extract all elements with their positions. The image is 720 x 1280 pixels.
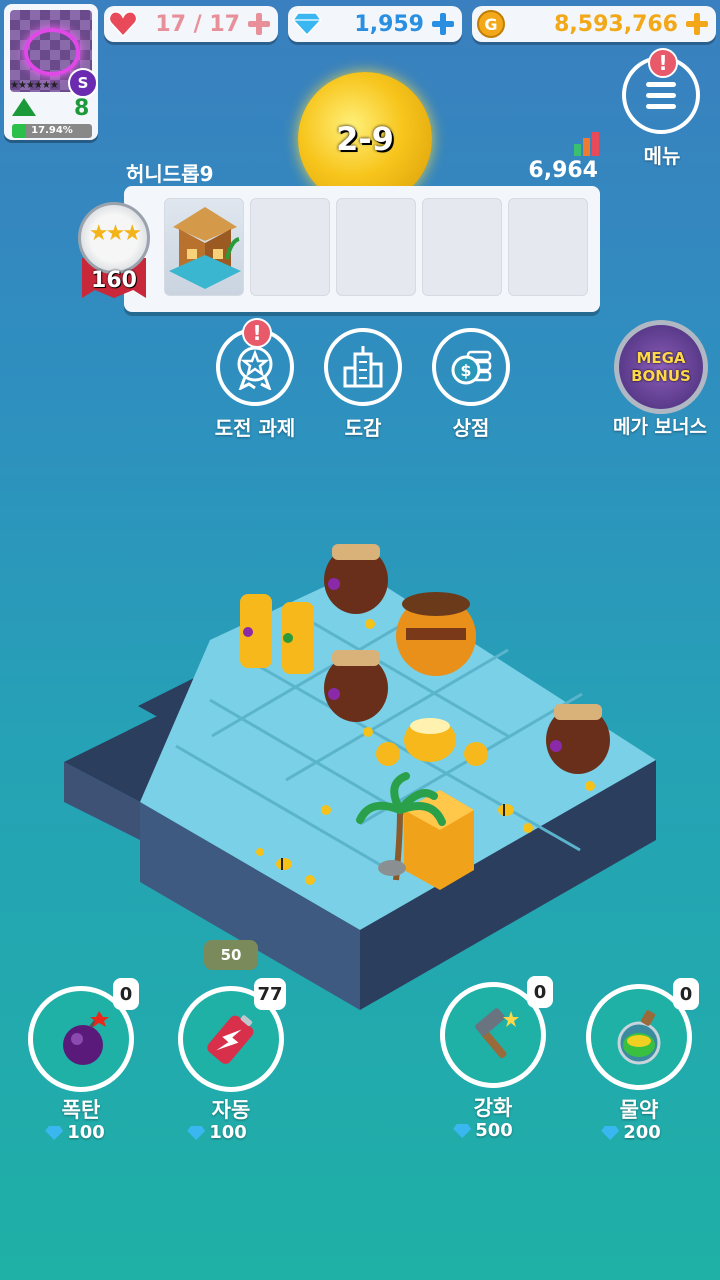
building-slot-5[interactable] xyxy=(508,198,588,296)
menu-alert-badge: ! xyxy=(648,48,678,78)
honey-pot xyxy=(546,704,610,774)
building-slot-1[interactable] xyxy=(164,198,244,296)
buildings-icon xyxy=(343,346,383,388)
mega-bonus-badge-line2: BONUS xyxy=(631,367,691,385)
medal-stars: ★★★ xyxy=(88,221,142,246)
auto-cost: 100 xyxy=(157,1122,277,1143)
upgrade-count: 0 xyxy=(527,976,553,1008)
potion-count: 0 xyxy=(673,978,699,1010)
gem-icon xyxy=(453,1124,472,1138)
battery-icon xyxy=(207,1015,254,1064)
player-card[interactable]: ★★★★★★ S 8 17.94% xyxy=(4,4,98,140)
player-level: 8 xyxy=(74,96,90,121)
mega-bonus-badge-line1: MEGA xyxy=(636,349,686,367)
game-board[interactable] xyxy=(60,540,660,1020)
gem-icon xyxy=(601,1126,620,1140)
bee xyxy=(498,804,514,816)
avatar-art xyxy=(24,28,80,76)
beach-hut-icon xyxy=(169,207,241,289)
auto-cost-value: 100 xyxy=(209,1122,247,1143)
auto-count: 77 xyxy=(254,978,286,1010)
hearts-counter[interactable]: 17 / 17 xyxy=(104,6,278,42)
medal-star-icon xyxy=(237,346,273,390)
bomb-count: 0 xyxy=(113,978,139,1010)
hammer-icon xyxy=(475,1008,519,1059)
potion-cost-value: 200 xyxy=(623,1122,661,1143)
menu-line xyxy=(646,92,676,98)
bomb-icon xyxy=(63,1011,109,1065)
bee xyxy=(276,858,292,870)
collection-label: 도감 xyxy=(344,416,382,440)
gem-icon xyxy=(45,1126,64,1140)
menu-line xyxy=(646,81,676,87)
bomb-label: 폭탄 xyxy=(61,1098,101,1122)
stage-score: 6,964 xyxy=(528,158,598,183)
stage-medal[interactable]: ★★★ xyxy=(78,202,150,274)
level-progress-bar: 17.94% xyxy=(12,124,92,138)
gold-value: 8,593,766 xyxy=(554,11,678,37)
potion-icon xyxy=(617,1010,661,1065)
upgrade-label: 강화 xyxy=(473,1096,513,1120)
big-honey-pot xyxy=(396,592,476,676)
building-slot-4[interactable] xyxy=(422,198,502,296)
honey-pot xyxy=(324,650,388,722)
building-slot-2[interactable] xyxy=(250,198,330,296)
medal-number: 160 xyxy=(91,268,137,293)
gold-coin-icon: G xyxy=(477,10,505,38)
collection-button[interactable] xyxy=(324,328,402,406)
potion-label: 물약 xyxy=(619,1098,659,1122)
potion-cost: 200 xyxy=(571,1122,691,1143)
gems-counter[interactable]: 1,959 xyxy=(288,6,462,42)
add-hearts-button[interactable] xyxy=(246,11,272,37)
stage-name: 허니드롭9 xyxy=(126,162,214,186)
honey-pot xyxy=(324,544,388,614)
mega-bonus-label: 메가 보너스 xyxy=(612,416,707,438)
heart-icon xyxy=(108,11,138,38)
gem-icon xyxy=(292,12,322,36)
coins-icon: $ xyxy=(451,350,492,385)
hearts-value: 17 / 17 xyxy=(155,11,240,37)
challenges-alert-badge: ! xyxy=(242,318,272,348)
bomb-cost-value: 100 xyxy=(67,1122,105,1143)
rank-badge: S xyxy=(68,68,98,98)
bomb-cost: 100 xyxy=(15,1122,135,1143)
card-stars: ★★★★★★ xyxy=(10,80,59,91)
add-gold-button[interactable] xyxy=(684,11,710,37)
shop-button[interactable]: $ xyxy=(432,328,510,406)
auto-label: 자동 xyxy=(211,1098,251,1122)
building-slot-3[interactable] xyxy=(336,198,416,296)
menu-label: 메뉴 xyxy=(643,144,681,168)
stage-number: 2-9 xyxy=(336,120,394,158)
upgrade-cost: 500 xyxy=(423,1120,543,1141)
score-chart-icon xyxy=(574,132,599,156)
auto-tag: 50 xyxy=(204,940,258,970)
upgrade-cost-value: 500 xyxy=(475,1120,513,1141)
gems-value: 1,959 xyxy=(354,11,424,37)
menu-line xyxy=(646,103,676,109)
gem-icon xyxy=(187,1126,206,1140)
mega-bonus-button[interactable]: MEGA BONUS xyxy=(614,320,708,414)
challenges-label: 도전 과제 xyxy=(214,416,296,440)
svg-text:G: G xyxy=(484,15,497,34)
gold-counter[interactable]: G 8,593,766 xyxy=(472,6,716,42)
level-progress-text: 17.94% xyxy=(31,125,73,136)
level-icon xyxy=(12,98,36,116)
building-slots-panel xyxy=(124,186,600,312)
add-gems-button[interactable] xyxy=(430,11,456,37)
svg-text:$: $ xyxy=(460,361,471,380)
shop-label: 상점 xyxy=(452,416,490,440)
